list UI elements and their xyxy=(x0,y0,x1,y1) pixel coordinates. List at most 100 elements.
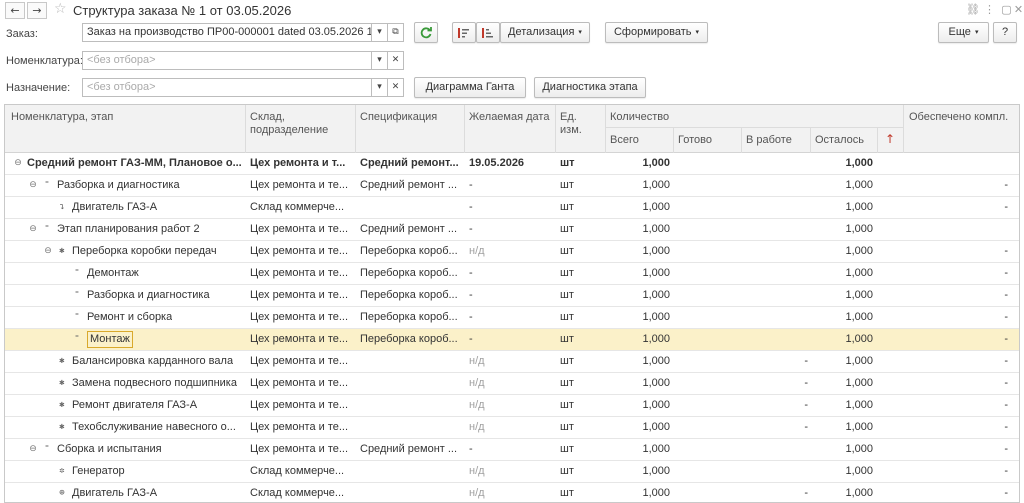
cell-inwork: - xyxy=(804,487,808,499)
order-structure-table[interactable]: Номенклатура, этап Склад, подразделение … xyxy=(4,104,1020,503)
cell-ready xyxy=(673,153,739,174)
column-header-total[interactable]: Всего xyxy=(610,134,639,147)
order-field[interactable]: Заказ на производство ПР00-000001 dated … xyxy=(82,23,372,42)
table-header: Номенклатура, этап Склад, подразделение … xyxy=(5,105,1019,153)
table-row[interactable]: ⊖ ✱ Переборка коробки передач Цех ремонта и… xyxy=(5,241,1019,263)
form-report-button[interactable]: Сформировать ▾ xyxy=(605,22,708,43)
table-row[interactable]: ⁼ Разборка и диагностика Цех ремонта и те.… xyxy=(5,285,1019,307)
back-button[interactable]: ← xyxy=(5,2,25,19)
column-header-warehouse[interactable]: Склад, подразделение xyxy=(250,111,328,137)
column-header-inwork[interactable]: В работе xyxy=(746,134,792,147)
header-divider xyxy=(673,127,674,153)
column-header-quantity: Количество xyxy=(610,111,670,123)
cell-spec: Переборка короб... xyxy=(360,245,458,257)
window-titlebar: ← → ☆ Структура заказа № 1 от 03.05.2026… xyxy=(0,0,1024,21)
cell-warehouse: Цех ремонта и т... xyxy=(250,157,346,169)
collapse-toggle-icon[interactable]: ⊖ xyxy=(43,241,53,262)
nomenclature-clear-button[interactable]: ✕ xyxy=(387,51,404,70)
forward-button[interactable]: → xyxy=(27,2,47,19)
stage-icon: ⁼ xyxy=(74,290,80,300)
cell-inwork xyxy=(741,329,808,350)
column-header-date[interactable]: Желаемая дата xyxy=(469,111,549,124)
favorite-star-icon[interactable]: ☆ xyxy=(54,1,67,17)
cell-warehouse: Склад коммерче... xyxy=(250,201,345,213)
detail-dropdown-button[interactable]: Детализация ▾ xyxy=(500,22,590,43)
collapse-toggle-icon[interactable]: ⊖ xyxy=(28,219,38,240)
cell-date: - xyxy=(469,311,473,323)
link-icon[interactable]: ⛓ xyxy=(966,3,980,16)
cell-spec xyxy=(360,351,462,372)
order-open-button[interactable]: ⧉ xyxy=(387,23,404,42)
table-row[interactable]: ✱ Ремонт двигателя ГАЗ-А Цех ремонта и те.… xyxy=(5,395,1019,417)
sort-arrow-up-icon[interactable]: ↑ xyxy=(885,132,895,146)
cell-total: 1,000 xyxy=(642,355,670,367)
column-header-unit[interactable]: Ед. изм. xyxy=(560,111,582,137)
more-menu-icon[interactable]: ⋮ xyxy=(983,3,996,16)
table-row[interactable]: ⊖ Средний ремонт ГАЗ-ММ, Плановое о... Цех… xyxy=(5,153,1019,175)
table-row[interactable]: ✱ Балансировка карданного вала Цех ремонта… xyxy=(5,351,1019,373)
table-row[interactable]: ⊖ ⁼ Сборка и испытания Цех ремонта и те... С… xyxy=(5,439,1019,461)
cell-name: Монтаж xyxy=(87,331,133,348)
cell-date: - xyxy=(469,289,473,301)
cell-inwork xyxy=(741,153,808,174)
stage-diagnostics-button[interactable]: Диагностика этапа xyxy=(534,77,646,98)
cell-provided: - xyxy=(1004,289,1008,301)
table-row[interactable]: ✱ Замена подвесного подшипника Цех ремонта… xyxy=(5,373,1019,395)
more-button[interactable]: Еще ▾ xyxy=(938,22,989,43)
operation-icon: ✱ xyxy=(59,356,65,366)
table-row[interactable]: ⊖ ⁼ Разборка и диагностика Цех ремонта и те… xyxy=(5,175,1019,197)
cell-left: 1,000 xyxy=(845,267,873,279)
column-header-name[interactable]: Номенклатура, этап xyxy=(11,111,113,124)
sort-list-icon xyxy=(482,28,493,38)
table-row[interactable]: ↴ Двигатель ГАЗ-А Склад коммерче... - шт 1,00… xyxy=(5,197,1019,219)
collapse-toggle-icon[interactable]: ⊖ xyxy=(28,175,38,196)
cell-spec xyxy=(360,197,462,218)
cell-inwork xyxy=(741,197,808,218)
cell-warehouse: Склад коммерче... xyxy=(250,465,345,477)
stage-icon: ⁼ xyxy=(74,334,80,344)
purpose-dropdown-button[interactable]: ▾ xyxy=(371,78,388,97)
sort-asc-button[interactable] xyxy=(452,22,476,43)
help-icon: ? xyxy=(1001,26,1009,38)
table-row[interactable]: ⊖ ⁼ Этап планирования работ 2 Цех ремонта и… xyxy=(5,219,1019,241)
cell-spec: Средний ремонт ... xyxy=(360,223,458,235)
cell-date: - xyxy=(469,179,473,191)
refresh-button[interactable] xyxy=(414,22,438,43)
cell-ready xyxy=(673,241,739,262)
cell-unit: шт xyxy=(560,157,575,169)
cell-left: 1,000 xyxy=(845,289,873,301)
column-header-ready[interactable]: Готово xyxy=(678,134,712,147)
collapse-toggle-icon[interactable]: ⊖ xyxy=(28,439,38,460)
help-button[interactable]: ? xyxy=(993,22,1017,43)
nomenclature-dropdown-button[interactable]: ▾ xyxy=(371,51,388,70)
cell-total: 1,000 xyxy=(642,333,670,345)
order-dropdown-button[interactable]: ▾ xyxy=(371,23,388,42)
sort-desc-button[interactable] xyxy=(476,22,500,43)
table-row[interactable]: ✲ Генератор Склад коммерче... н/д шт 1,000 1,0… xyxy=(5,461,1019,483)
table-row[interactable]: ⊕ Двигатель ГАЗ-А Склад коммерче... н/д шт 1,… xyxy=(5,483,1019,502)
cell-name: Этап планирования работ 2 xyxy=(57,223,200,235)
column-header-provided[interactable]: Обеспечено компл. xyxy=(909,111,1008,124)
purpose-field[interactable]: <без отбора> xyxy=(82,78,372,97)
cell-date: - xyxy=(469,201,473,213)
cell-name: Сборка и испытания xyxy=(57,443,162,455)
table-row[interactable]: ⁼ Монтаж Цех ремонта и те... Переборка коро… xyxy=(5,329,1019,351)
table-row[interactable]: ⁼ Ремонт и сборка Цех ремонта и те... Переб… xyxy=(5,307,1019,329)
operation-icon: ✱ xyxy=(59,378,65,388)
table-row[interactable]: ✱ Техобслуживание навесного о... Цех ремон… xyxy=(5,417,1019,439)
purpose-clear-button[interactable]: ✕ xyxy=(387,78,404,97)
nomenclature-field[interactable]: <без отбора> xyxy=(82,51,372,70)
cell-total: 1,000 xyxy=(642,487,670,499)
cell-ready xyxy=(673,373,739,394)
cell-total: 1,000 xyxy=(642,267,670,279)
table-row[interactable]: ⁼ Демонтаж Цех ремонта и те... Переборка ко… xyxy=(5,263,1019,285)
column-header-spec[interactable]: Спецификация xyxy=(360,111,437,124)
column-header-left[interactable]: Осталось xyxy=(815,134,864,147)
cell-spec: Средний ремонт ... xyxy=(360,443,458,455)
gantt-chart-button[interactable]: Диаграмма Ганта xyxy=(414,77,526,98)
cell-unit: шт xyxy=(560,245,574,257)
collapse-toggle-icon[interactable]: ⊖ xyxy=(13,153,23,174)
cell-warehouse: Цех ремонта и те... xyxy=(250,355,349,367)
cell-provided: - xyxy=(1004,201,1008,213)
close-icon[interactable]: ✕ xyxy=(1012,3,1024,16)
